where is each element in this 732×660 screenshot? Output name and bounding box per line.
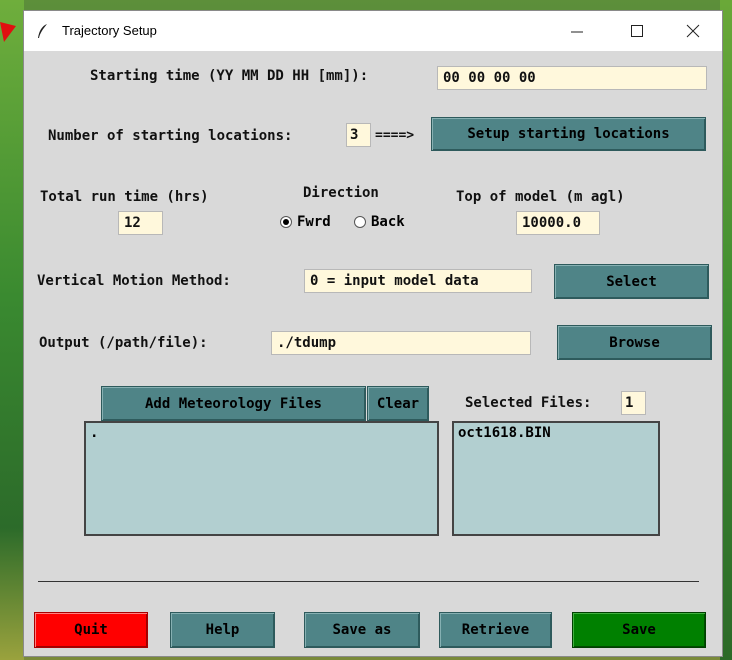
num-locations-label: Number of starting locations: [48,128,293,144]
top-model-input[interactable]: 10000.0 [516,211,600,235]
locations-arrow-text: ====> [375,128,415,143]
selected-files-list[interactable]: oct1618.BIN [452,421,660,536]
output-label: Output (/path/file): [39,335,208,351]
run-time-input[interactable]: 12 [118,211,163,235]
maximize-icon [631,25,643,37]
direction-back-radio[interactable]: Back [354,214,405,230]
starting-time-label: Starting time (YY MM DD HH [mm]): [90,68,369,84]
top-model-label: Top of model (m agl) [456,189,625,205]
minimize-button[interactable] [554,11,600,51]
direction-label: Direction [303,185,379,201]
starting-time-input[interactable]: 00 00 00 00 [437,66,707,90]
radio-selected-icon [280,216,292,228]
window-title: Trajectory Setup [62,23,157,38]
separator-line [38,581,699,582]
num-locations-input[interactable]: 3 [346,123,371,147]
radio-unselected-icon [354,216,366,228]
add-meteorology-files-button[interactable]: Add Meteorology Files [101,386,366,421]
selected-files-label: Selected Files: [465,395,592,411]
title-bar[interactable]: Trajectory Setup [24,11,722,51]
direction-fwrd-label: Fwrd [297,214,331,230]
trajectory-setup-window: Trajectory Setup Starting time (YY MM DD… [23,10,723,657]
setup-locations-button[interactable]: Setup starting locations [431,117,706,151]
red-arrow-icon [0,22,16,42]
close-icon [686,24,700,38]
direction-back-label: Back [371,214,405,230]
vertical-motion-value[interactable]: 0 = input model data [304,269,532,293]
help-button[interactable]: Help [170,612,275,648]
direction-fwrd-radio[interactable]: Fwrd [280,214,331,230]
run-time-label: Total run time (hrs) [40,189,209,205]
close-button[interactable] [670,11,716,51]
desktop-background-left [0,0,24,660]
minimize-icon [571,31,583,33]
clear-button[interactable]: Clear [367,386,429,421]
selected-files-count: 1 [621,391,646,415]
vertical-motion-select-button[interactable]: Select [554,264,709,299]
save-button[interactable]: Save [572,612,706,648]
list-item[interactable]: . [90,425,98,441]
vertical-motion-label: Vertical Motion Method: [37,273,231,289]
meteorology-files-list[interactable]: . [84,421,439,536]
browse-button[interactable]: Browse [557,325,712,360]
retrieve-button[interactable]: Retrieve [439,612,552,648]
output-path-input[interactable]: ./tdump [271,331,531,355]
quit-button[interactable]: Quit [34,612,148,648]
feather-icon [38,24,47,38]
maximize-button[interactable] [614,11,660,51]
list-item[interactable]: oct1618.BIN [458,425,551,441]
save-as-button[interactable]: Save as [304,612,420,648]
